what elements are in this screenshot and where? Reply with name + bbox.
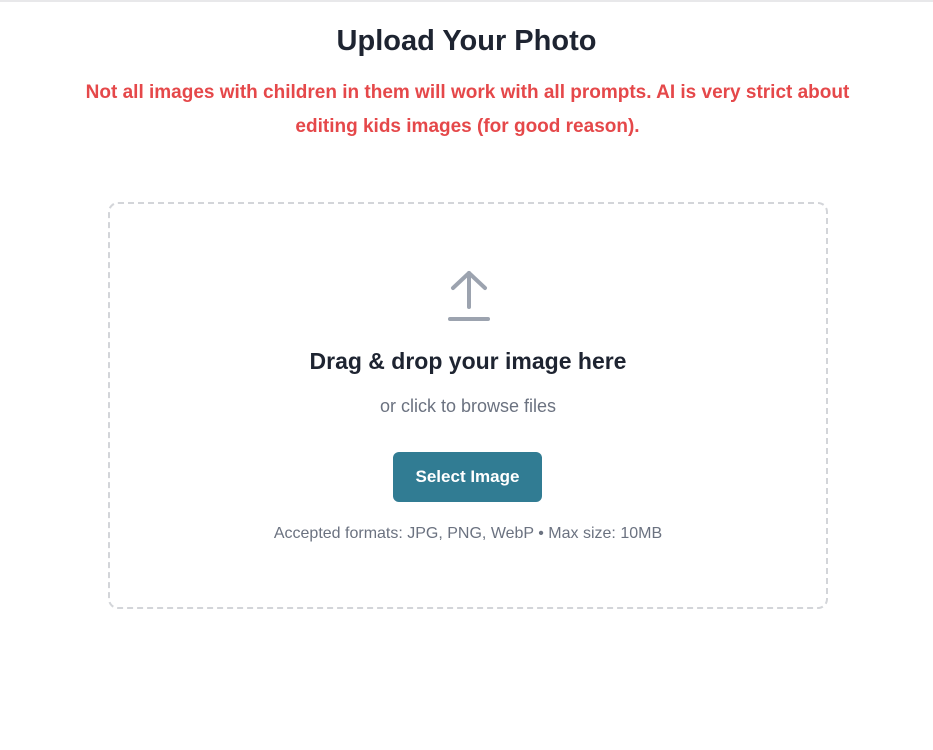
upload-page: Upload Your Photo Not all images with ch… <box>0 0 933 750</box>
image-dropzone[interactable]: Drag & drop your image here or click to … <box>108 202 828 609</box>
dropzone-subtitle: or click to browse files <box>379 396 557 416</box>
dropzone-title: Drag & drop your image here <box>309 348 627 374</box>
upload-arrow-icon <box>444 267 494 323</box>
accepted-formats-note: Accepted formats: JPG, PNG, WebP • Max s… <box>273 525 663 542</box>
warning-message: Not all images with children in them wil… <box>85 82 850 137</box>
select-image-button[interactable]: Select Image <box>393 452 542 502</box>
page-title: Upload Your Photo <box>336 25 597 57</box>
